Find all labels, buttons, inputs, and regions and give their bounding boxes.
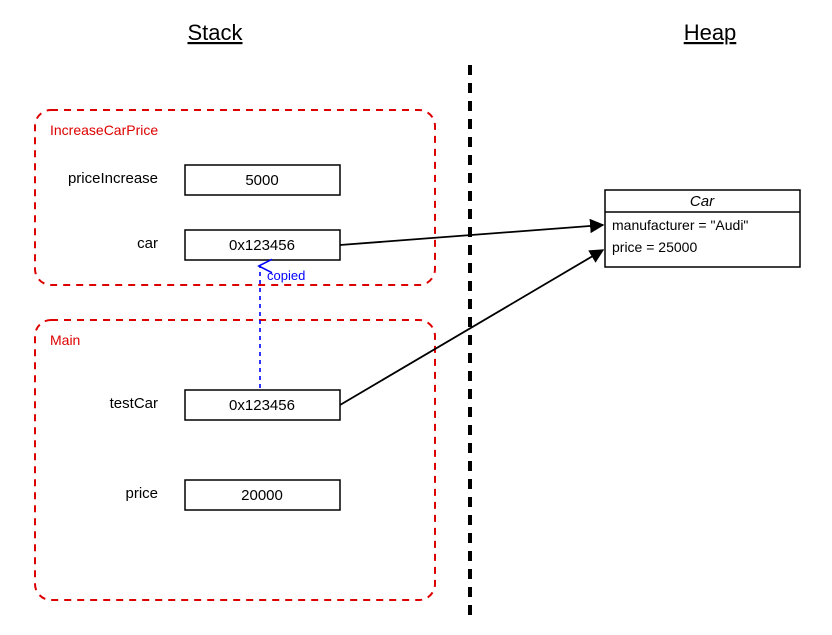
heap-object-field-0: manufacturer = "Audi" <box>612 217 748 233</box>
var-testcar-value: 0x123456 <box>229 397 295 414</box>
var-priceincrease-label: priceIncrease <box>68 170 158 187</box>
var-testcar-label: testCar <box>110 395 158 412</box>
frame-increasecarprice-label: IncreaseCarPrice <box>50 122 158 138</box>
heap-object-field-1: price = 25000 <box>612 239 697 255</box>
heap-title: Heap <box>684 20 737 45</box>
stack-heap-diagram: Stack Heap IncreaseCarPrice priceIncreas… <box>0 0 832 635</box>
heap-object-car: Car manufacturer = "Audi" price = 25000 <box>605 190 800 267</box>
var-priceincrease-value: 5000 <box>245 172 278 189</box>
pointer-testcar-to-heap <box>340 250 603 405</box>
var-car-value: 0x123456 <box>229 237 295 254</box>
frame-main <box>35 320 435 600</box>
var-price-label: price <box>125 485 158 502</box>
frame-main-label: Main <box>50 332 80 348</box>
heap-object-classname: Car <box>690 193 715 210</box>
copied-label: copied <box>267 268 305 283</box>
var-car-label: car <box>137 235 158 252</box>
var-price-value: 20000 <box>241 487 283 504</box>
stack-title: Stack <box>187 20 243 45</box>
